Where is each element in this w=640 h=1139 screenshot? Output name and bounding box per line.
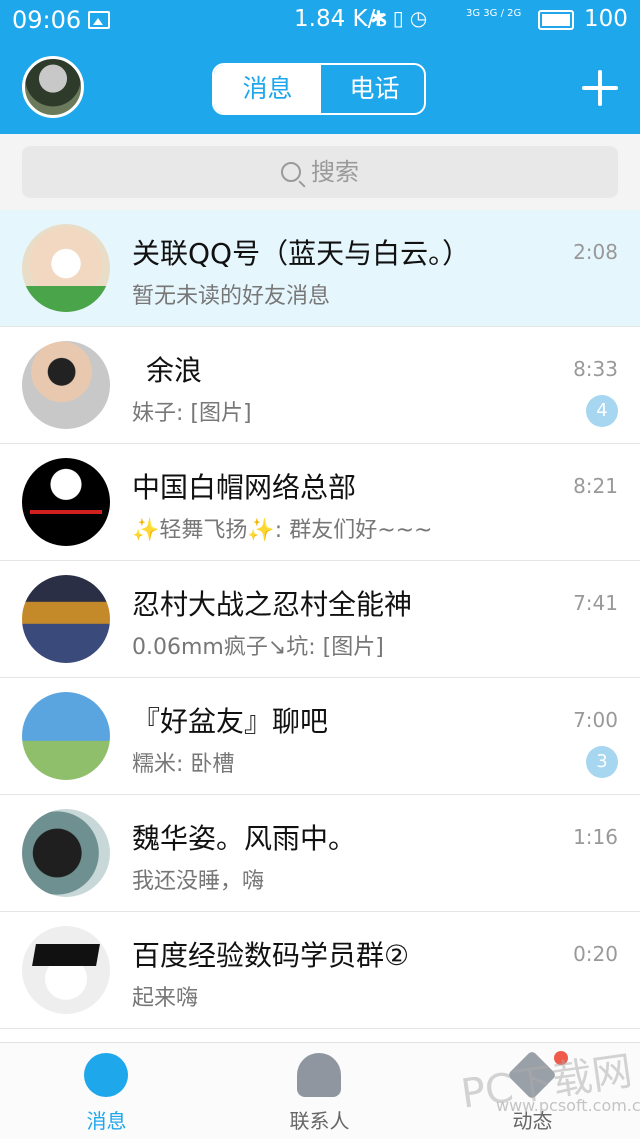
conversation-time: 7:41: [573, 591, 618, 615]
conversation-time: 2:08: [573, 240, 618, 264]
conversation-list: 关联QQ号（蓝天与白云。） 暂无未读的好友消息 2:08 余浪 妹子: [图片]…: [0, 210, 640, 1029]
avatar: [22, 224, 110, 312]
tab-contacts[interactable]: 联系人: [213, 1043, 426, 1139]
conversation-preview: 妹子: [图片]: [132, 401, 252, 426]
tab-messages[interactable]: 消息: [214, 65, 321, 113]
add-icon[interactable]: [580, 68, 620, 108]
conversation-preview: 暂无未读的好友消息: [132, 284, 331, 309]
conversation-time: 8:21: [573, 474, 618, 498]
conversation-time: 7:00: [573, 708, 618, 732]
conversation-name: 忍村大战之忍村全能神: [132, 588, 413, 621]
image-notification-icon: [88, 11, 110, 29]
list-item[interactable]: 『好盆友』聊吧 糯米: 卧槽 7:00 3: [0, 678, 640, 795]
avatar: [22, 926, 110, 1014]
search-input[interactable]: 搜索: [22, 146, 618, 198]
tab-label: 消息: [86, 1109, 127, 1133]
my-avatar[interactable]: [22, 56, 84, 118]
list-item[interactable]: 余浪 妹子: [图片] 8:33 4: [0, 327, 640, 444]
avatar: [22, 341, 110, 429]
list-item[interactable]: 关联QQ号（蓝天与白云。） 暂无未读的好友消息 2:08: [0, 210, 640, 327]
avatar: [22, 809, 110, 897]
conversation-name: 『好盆友』聊吧: [132, 705, 329, 738]
conversation-preview: 我还没睡，嗨: [132, 869, 265, 894]
avatar: [22, 575, 110, 663]
conversation-name: 中国白帽网络总部: [132, 471, 357, 504]
conversation-preview: 糯米: 卧槽: [132, 752, 235, 777]
list-item[interactable]: 中国白帽网络总部 ✨轻舞飞扬✨: 群友们好~~~ 8:21: [0, 444, 640, 561]
list-item[interactable]: 忍村大战之忍村全能神 0.06mm疯子↘坑: [图片] 7:41: [0, 561, 640, 678]
status-system-icons: ✱▯◷: [370, 6, 434, 30]
search-placeholder: 搜索: [311, 158, 359, 186]
status-battery-level: 100: [584, 6, 628, 32]
conversation-preview: 0.06mm疯子↘坑: [图片]: [132, 635, 384, 660]
list-item[interactable]: 百度经验数码学员群② 起来嗨 0:20: [0, 912, 640, 1029]
conversation-time: 1:16: [573, 825, 618, 849]
conversation-name: 百度经验数码学员群②: [132, 939, 410, 972]
status-time: 09:06: [12, 6, 82, 34]
search-area: 搜索: [0, 134, 640, 210]
top-header: 消息 电话: [0, 44, 640, 134]
search-icon: [281, 162, 301, 182]
conversation-time: 0:20: [573, 942, 618, 966]
chat-bubble-icon: [84, 1053, 128, 1097]
tab-label: 联系人: [289, 1109, 350, 1133]
status-bar: 09:06 1.84 K/s ✱▯◷ 3G 3G / 2G 100: [0, 0, 640, 44]
tab-messages-bottom[interactable]: 消息: [0, 1043, 213, 1139]
watermark-url: www.pcsoft.com.cn: [496, 1096, 640, 1115]
avatar: [22, 458, 110, 546]
tab-calls[interactable]: 电话: [321, 65, 424, 113]
conversation-name: 关联QQ号（蓝天与白云。）: [132, 237, 471, 270]
avatar: [22, 692, 110, 780]
status-network-type: 3G 3G / 2G: [466, 8, 522, 19]
unread-badge: 3: [586, 746, 618, 778]
list-item[interactable]: 魏华姿。风雨中。 我还没睡，嗨 1:16: [0, 795, 640, 912]
conversation-preview: 起来嗨: [132, 986, 199, 1011]
unread-badge: 4: [586, 395, 618, 427]
conversation-name: 魏华姿。风雨中。: [132, 822, 357, 855]
battery-icon: [538, 10, 574, 30]
conversation-name: 余浪: [146, 354, 203, 387]
message-call-toggle: 消息 电话: [212, 63, 426, 115]
conversation-preview: ✨轻舞飞扬✨: 群友们好~~~: [132, 518, 433, 543]
contact-person-icon: [297, 1053, 341, 1097]
conversation-time: 8:33: [573, 357, 618, 381]
